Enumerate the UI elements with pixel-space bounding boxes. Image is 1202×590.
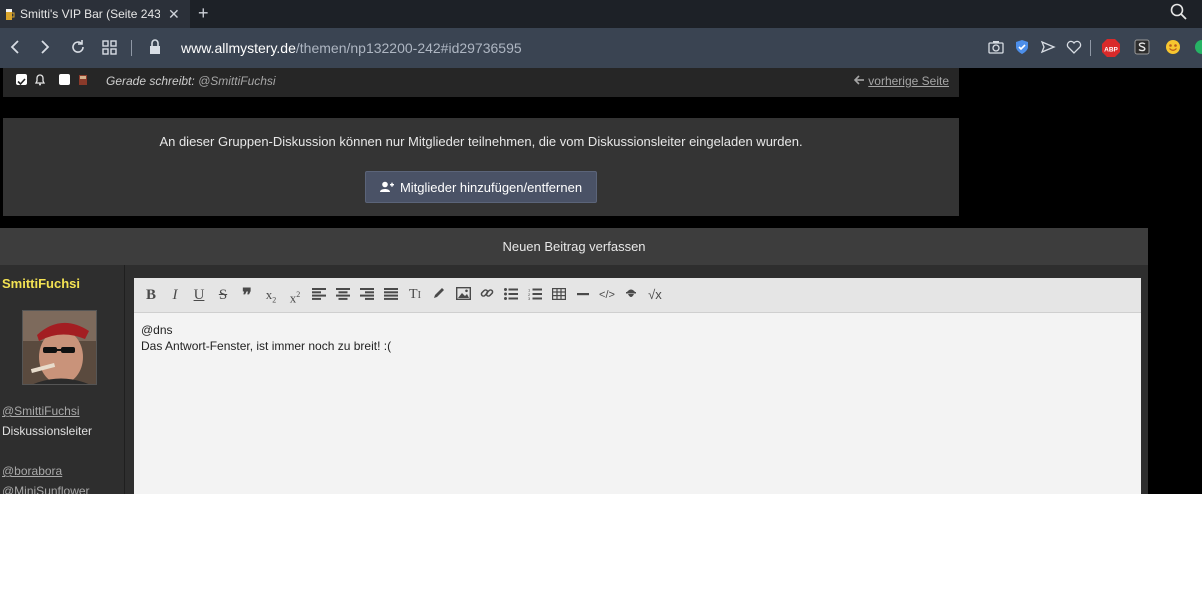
subscript-icon[interactable]: x2 — [261, 286, 281, 305]
speed-dial-icon[interactable] — [102, 38, 118, 61]
previous-page-link[interactable]: vorherige Seite — [853, 74, 949, 88]
typing-indicator: Gerade schreibt: @SmittiFuchsi — [106, 74, 276, 88]
tab-bar: Smitti's VIP Bar (Seite 243) ✕ + — [0, 0, 1202, 28]
browser-tab[interactable]: Smitti's VIP Bar (Seite 243) ✕ — [0, 0, 190, 28]
heart-icon[interactable] — [1066, 39, 1082, 60]
role-label: Diskussionsleiter — [2, 424, 93, 438]
browser-viewport: Smitti's VIP Bar (Seite 243) ✕ + www.all… — [0, 0, 1202, 494]
mention-link[interactable]: @borabora — [2, 464, 62, 478]
quote-icon[interactable]: ❞ — [237, 286, 257, 304]
checked-checkbox-icon[interactable] — [16, 74, 27, 86]
mention-link[interactable]: @MiniSunflower — [2, 484, 90, 494]
code-icon[interactable]: </> — [597, 286, 617, 304]
toolbar-separator — [131, 40, 132, 56]
search-icon[interactable] — [1170, 3, 1188, 26]
avatar[interactable] — [22, 310, 97, 385]
editor-line: Das Antwort-Fenster, ist immer noch zu b… — [141, 339, 392, 353]
table-icon[interactable] — [549, 286, 569, 304]
manage-members-label: Mitglieder hinzufügen/entfernen — [399, 179, 583, 195]
address-bar: www.allmystery.de/themen/np132200-242#id… — [0, 28, 1202, 68]
svg-text:3: 3 — [528, 296, 531, 300]
forward-icon[interactable] — [38, 38, 52, 61]
strikethrough-icon[interactable]: S — [213, 286, 233, 304]
spoiler-icon[interactable] — [621, 286, 641, 304]
typing-user[interactable]: @SmittiFuchsi — [198, 74, 276, 88]
thread-status-bar: Gerade schreibt: @SmittiFuchsi vorherige… — [3, 68, 959, 97]
compose-area: SmittiFuchsi @SmittiFuchsi Diskussionsle… — [0, 265, 1148, 494]
extension-s-icon[interactable] — [1134, 39, 1150, 60]
emoji-icon[interactable] — [1165, 39, 1181, 60]
url-path: /themen/np132200-242#id29736595 — [295, 40, 522, 56]
url-domain: www.allmystery.de — [181, 40, 296, 56]
editor-toolbar: B I U S ❞ x2 x2 TI 123 </> √x — [134, 278, 1141, 313]
adblock-label: ABP — [1104, 47, 1118, 54]
previous-page-label: vorherige Seite — [868, 74, 949, 88]
group-notice-text: An dieser Gruppen-Diskussion können nur … — [159, 134, 803, 149]
align-justify-icon[interactable] — [381, 286, 401, 304]
group-notice: An dieser Gruppen-Diskussion können nur … — [3, 118, 959, 216]
image-icon[interactable] — [453, 286, 473, 304]
post-editor[interactable]: B I U S ❞ x2 x2 TI 123 </> √x @dns Das A… — [134, 278, 1141, 494]
editor-line: @dns — [141, 323, 173, 337]
pencil-icon[interactable] — [429, 286, 449, 304]
back-icon[interactable] — [8, 38, 22, 61]
toolbar-separator — [1090, 40, 1091, 56]
align-left-icon[interactable] — [309, 286, 329, 304]
numbered-list-icon[interactable]: 123 — [525, 286, 545, 304]
reload-icon[interactable] — [69, 38, 87, 61]
link-icon[interactable] — [477, 286, 497, 304]
user-column: SmittiFuchsi @SmittiFuchsi Diskussionsle… — [0, 265, 125, 494]
tab-close-icon[interactable]: ✕ — [168, 6, 180, 23]
typing-label: Gerade schreibt: — [106, 74, 195, 88]
underline-icon[interactable]: U — [189, 286, 209, 304]
superscript-icon[interactable]: x2 — [285, 286, 305, 305]
horizontal-rule-icon[interactable] — [573, 286, 593, 304]
align-right-icon[interactable] — [357, 286, 377, 304]
align-center-icon[interactable] — [333, 286, 353, 304]
shield-check-icon[interactable] — [1014, 39, 1030, 60]
bold-icon[interactable]: B — [141, 286, 161, 304]
new-tab-icon[interactable]: + — [198, 3, 209, 24]
adblock-plus-icon[interactable]: ABP — [1101, 38, 1121, 63]
lock-icon[interactable] — [149, 38, 161, 61]
extension-green-icon[interactable] — [1194, 39, 1202, 60]
compose-header: Neuen Beitrag verfassen — [0, 228, 1148, 265]
tab-title: Smitti's VIP Bar (Seite 243) — [20, 7, 160, 21]
author-username[interactable]: SmittiFuchsi — [2, 276, 80, 291]
bell-icon[interactable] — [34, 73, 46, 91]
formula-icon[interactable]: √x — [645, 286, 665, 304]
unchecked-checkbox-icon[interactable] — [59, 74, 70, 85]
text-size-icon[interactable]: TI — [405, 286, 425, 304]
send-icon[interactable] — [1040, 39, 1056, 60]
mention-link[interactable]: @SmittiFuchsi — [2, 404, 80, 418]
bullet-list-icon[interactable] — [501, 286, 521, 304]
mute-user-icon[interactable] — [77, 73, 89, 91]
editor-content[interactable]: @dns Das Antwort-Fenster, ist immer noch… — [141, 322, 391, 354]
arrow-left-icon — [853, 75, 864, 85]
manage-members-button[interactable]: Mitglieder hinzufügen/entfernen — [365, 171, 597, 203]
camera-icon[interactable] — [988, 39, 1004, 60]
add-user-icon — [379, 181, 394, 192]
url-field[interactable]: www.allmystery.de/themen/np132200-242#id… — [181, 40, 522, 56]
italic-icon[interactable]: I — [165, 286, 185, 304]
beer-favicon-icon — [4, 7, 16, 21]
